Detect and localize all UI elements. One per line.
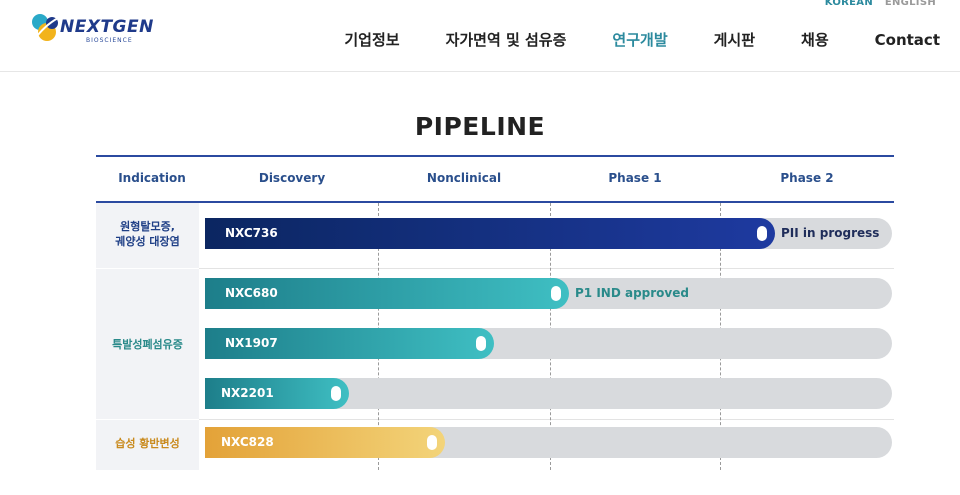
indication-line: 궤양성 대장염 (115, 235, 180, 248)
column-header-indication: Indication (118, 171, 186, 185)
progress-knob (476, 336, 486, 351)
progress-bar[interactable]: NXC828 (205, 427, 445, 458)
header-divider-top (96, 155, 894, 157)
program-name: NXC828 (221, 435, 274, 449)
indication-divider (96, 268, 199, 269)
indication-line: 원형탈모증, (120, 220, 175, 233)
indication-line: 습성 황반변성 (115, 437, 180, 450)
column-header-discovery: Discovery (258, 171, 326, 185)
row-divider (199, 268, 894, 269)
indication-label-alopecia-colitis: 원형탈모증, 궤양성 대장염 (96, 219, 199, 249)
column-header-nonclinical: Nonclinical (426, 171, 502, 185)
nav-item-company[interactable]: 기업정보 (344, 29, 399, 50)
nav-item-research[interactable]: 연구개발 (612, 29, 667, 50)
progress-knob (551, 286, 561, 301)
progress-knob (757, 226, 767, 241)
nav-item-board[interactable]: 게시판 (714, 29, 755, 50)
progress-knob (331, 386, 341, 401)
lang-korean-link[interactable]: KOREAN (825, 0, 873, 8)
program-status: PII in progress (781, 226, 880, 240)
nav-item-contact[interactable]: Contact (875, 31, 940, 49)
page-title: PIPELINE (414, 112, 546, 141)
nav-item-autoimmune-fibrosis[interactable]: 자가면역 및 섬유증 (446, 29, 567, 50)
program-name: NXC736 (225, 226, 278, 240)
program-status: P1 IND approved (575, 286, 689, 300)
indication-label-ipf: 특발성폐섬유증 (96, 337, 199, 352)
progress-knob (427, 435, 437, 450)
nav-item-careers[interactable]: 채용 (801, 29, 829, 50)
indication-line: 특발성폐섬유증 (112, 338, 183, 351)
progress-bar[interactable]: NX2201 (205, 378, 349, 409)
indication-label-wet-amd: 습성 황반변성 (96, 436, 199, 451)
logo-text: NEXTGEN (60, 17, 154, 37)
program-name: NX1907 (225, 336, 278, 350)
pipeline-table: Indication Discovery Nonclinical Phase 1… (96, 155, 894, 470)
row-divider (199, 419, 894, 420)
progress-bar[interactable]: NXC736 (205, 218, 775, 249)
language-switch: KOREAN ENGLISH (817, 0, 936, 8)
progress-bar[interactable]: NXC680 (205, 278, 569, 309)
logo[interactable]: NEXTGEN BIOSCIENCE (30, 12, 170, 46)
program-name: NXC680 (225, 286, 278, 300)
indication-divider (96, 419, 199, 420)
main-nav: 기업정보 자가면역 및 섬유증 연구개발 게시판 채용 Contact (298, 29, 940, 50)
program-name: NX2201 (221, 386, 274, 400)
column-header-phase2: Phase 2 (780, 171, 834, 185)
header-divider-bottom (96, 201, 894, 203)
column-header-phase1: Phase 1 (608, 171, 662, 185)
progress-bar[interactable]: NX1907 (205, 328, 494, 359)
indication-column: 원형탈모증, 궤양성 대장염 특발성폐섬유증 습성 황반변성 (96, 203, 199, 470)
lang-english-link[interactable]: ENGLISH (885, 0, 936, 8)
site-header: KOREAN ENGLISH NEXTGEN BIOSCIENCE 기업정보 자… (0, 0, 960, 72)
logo-subtext: BIOSCIENCE (86, 37, 133, 44)
